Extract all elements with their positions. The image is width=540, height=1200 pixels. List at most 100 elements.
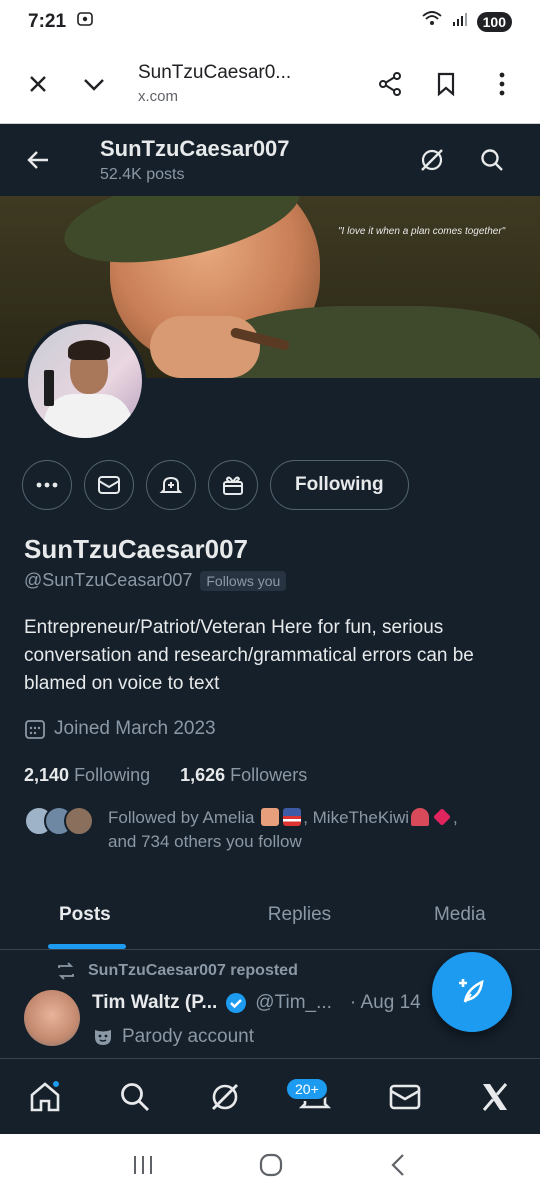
nav-grok[interactable] bbox=[195, 1067, 255, 1127]
repost-icon bbox=[58, 962, 74, 980]
header-name: SunTzuCaesar007 bbox=[100, 136, 290, 161]
gift-icon bbox=[223, 476, 243, 495]
post-header: Tim Waltz (P... @Tim_... · Aug 14 bbox=[92, 992, 421, 1014]
profile-tabs: Posts Replies Media bbox=[0, 880, 540, 950]
home-system-button[interactable] bbox=[258, 1152, 284, 1183]
nav-search[interactable] bbox=[105, 1067, 165, 1127]
parody-label: Parody account bbox=[92, 1026, 254, 1048]
status-bar: 7:21 100 bbox=[0, 0, 540, 44]
close-icon bbox=[30, 75, 46, 92]
gift-button[interactable] bbox=[208, 460, 258, 510]
signal-icon bbox=[451, 10, 469, 34]
header-post-count: 52.4K posts bbox=[100, 166, 185, 183]
bookmark-icon bbox=[437, 72, 455, 96]
followed-by-avatars bbox=[24, 806, 94, 854]
close-tab-button[interactable] bbox=[10, 56, 66, 112]
grok-button[interactable] bbox=[402, 147, 462, 173]
repost-indicator: SunTzuCaesar007 reposted bbox=[56, 962, 298, 980]
nav-home[interactable] bbox=[15, 1067, 75, 1127]
grok-icon bbox=[212, 1083, 238, 1110]
recent-apps-button[interactable] bbox=[131, 1154, 155, 1181]
system-nav-bar bbox=[0, 1134, 540, 1200]
followed-by[interactable]: Followed by Amelia , MikeTheKiwi, and 73… bbox=[24, 806, 458, 854]
arrow-left-icon bbox=[27, 151, 48, 169]
active-tab-indicator bbox=[48, 944, 126, 949]
search-icon bbox=[121, 1082, 149, 1111]
following-label: Following bbox=[74, 765, 151, 785]
back-system-button[interactable] bbox=[387, 1152, 409, 1183]
profile-header: SunTzuCaesar007 52.4K posts bbox=[0, 124, 540, 196]
ellipsis-icon bbox=[36, 482, 58, 488]
recent-apps-icon bbox=[134, 1155, 153, 1174]
tab-replies[interactable]: Replies bbox=[219, 880, 379, 949]
wifi-icon bbox=[421, 10, 443, 34]
tab-url: x.com bbox=[138, 88, 179, 105]
post-author-avatar[interactable] bbox=[24, 990, 80, 1046]
browser-bar: SunTzuCaesar0... x.com bbox=[0, 44, 540, 124]
parachute-emoji bbox=[411, 808, 430, 826]
screen-record-icon bbox=[76, 10, 94, 34]
post-author-handle: @Tim_... bbox=[255, 992, 332, 1013]
followed-by-line2: and 734 others you follow bbox=[108, 832, 302, 851]
followers-label: Followers bbox=[230, 765, 308, 785]
repost-text: SunTzuCaesar007 reposted bbox=[88, 962, 298, 979]
joined-date: Joined March 2023 bbox=[24, 718, 216, 740]
banner-hand bbox=[150, 316, 260, 378]
calendar-icon bbox=[25, 720, 45, 739]
share-icon bbox=[379, 71, 401, 96]
minimize-tab-button[interactable] bbox=[66, 56, 122, 112]
compose-post-button[interactable] bbox=[432, 952, 512, 1032]
chevron-down-icon bbox=[84, 78, 104, 91]
avatar-hair bbox=[68, 340, 110, 360]
tab-posts[interactable]: Posts bbox=[0, 880, 219, 949]
nav-notifications[interactable]: 20+ bbox=[285, 1067, 345, 1127]
following-button[interactable]: Following bbox=[270, 460, 409, 510]
notify-button[interactable] bbox=[146, 460, 196, 510]
post-date: · Aug 14 bbox=[349, 992, 421, 1013]
envelope-icon bbox=[98, 476, 120, 494]
kebab-menu-icon bbox=[499, 72, 505, 95]
bell-plus-icon bbox=[159, 476, 183, 493]
red-diamond-emoji bbox=[433, 808, 451, 826]
person-raising-hand-emoji bbox=[261, 808, 280, 826]
followed-by-mid: , MikeTheKiwi bbox=[303, 808, 410, 827]
profile-actions: Following bbox=[22, 460, 409, 512]
us-flag-emoji bbox=[283, 808, 302, 826]
search-button[interactable] bbox=[462, 147, 522, 173]
banner-quote: "I love it when a plan comes together" bbox=[338, 226, 506, 237]
followers-count-link[interactable]: 1,626 Followers bbox=[180, 765, 307, 786]
joined-text: Joined March 2023 bbox=[54, 718, 216, 739]
feather-plus-icon bbox=[459, 979, 484, 1003]
follows-you-badge: Follows you bbox=[200, 570, 287, 591]
new-content-dot bbox=[51, 1078, 61, 1089]
back-button[interactable] bbox=[0, 148, 76, 172]
handle-row: @SunTzuCeasar007 Follows you bbox=[24, 570, 287, 591]
bookmark-button[interactable] bbox=[418, 56, 474, 112]
profile-handle: @SunTzuCeasar007 bbox=[24, 570, 193, 590]
tab-media[interactable]: Media bbox=[380, 880, 540, 949]
tab-replies-label: Replies bbox=[267, 903, 332, 925]
nav-x-premium[interactable] bbox=[465, 1067, 525, 1127]
nav-messages[interactable] bbox=[375, 1067, 435, 1127]
status-time: 7:21 bbox=[28, 11, 67, 32]
parody-label-text: Parody account bbox=[122, 1026, 255, 1047]
followed-by-prefix: Followed by Amelia bbox=[108, 808, 255, 827]
tab-posts-label: Posts bbox=[59, 903, 111, 925]
grok-icon bbox=[421, 149, 443, 171]
tab-title: SunTzuCaesar0... bbox=[138, 62, 292, 83]
battery-indicator: 100 bbox=[476, 12, 512, 32]
tab-media-label: Media bbox=[433, 903, 486, 925]
following-count-link[interactable]: 2,140 Following bbox=[24, 765, 150, 786]
profile-avatar[interactable] bbox=[24, 320, 146, 442]
chevron-left-icon bbox=[391, 1153, 404, 1176]
message-button[interactable] bbox=[84, 460, 134, 510]
theater-mask-icon bbox=[95, 1030, 111, 1045]
share-button[interactable] bbox=[362, 56, 418, 112]
search-icon bbox=[481, 149, 503, 171]
avatar-pistol bbox=[44, 370, 54, 406]
more-options-button[interactable] bbox=[474, 56, 530, 112]
followers-count: 1,626 bbox=[180, 765, 226, 785]
post-author-name[interactable]: Tim Waltz (P... bbox=[92, 992, 217, 1014]
more-button[interactable] bbox=[22, 460, 72, 510]
home-circle-icon bbox=[259, 1153, 283, 1176]
